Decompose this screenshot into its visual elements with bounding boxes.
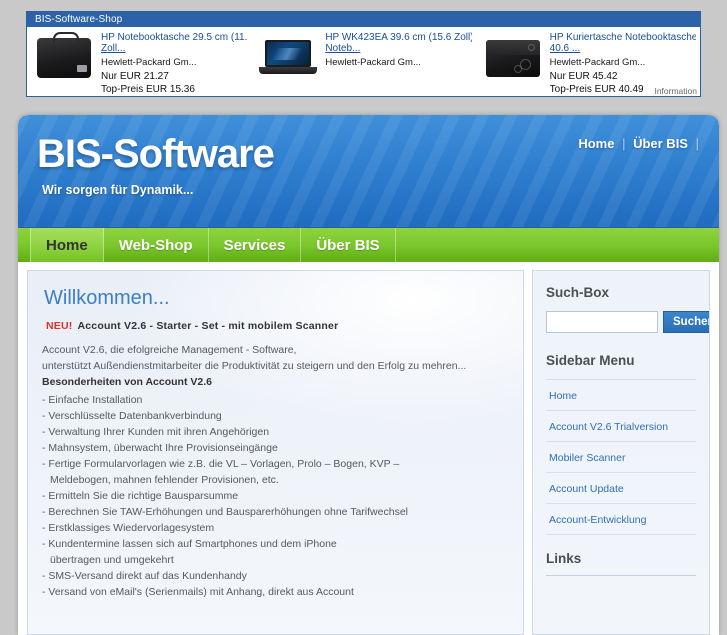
laptop-photo[interactable] xyxy=(257,32,319,84)
ad-item-price: Nur EUR 21.27 xyxy=(101,71,169,82)
feature-item: - Einfache Installation xyxy=(42,392,509,408)
feature-text: - Berechnen Sie TAW-Erhöhungen und Bausp… xyxy=(42,506,408,518)
promo-line: NEU! Account V2.6 - Starter - Set - mit m… xyxy=(46,320,509,332)
sidebar: Such-Box Suchen Sidebar Menu Home Accoun… xyxy=(532,270,710,635)
intro-paragraph-line-1: Account V2.6, die efolgreiche Management… xyxy=(42,344,297,356)
sidebar-menu-heading: Sidebar Menu xyxy=(546,353,635,368)
ad-item-vendor: Hewlett-Packard Gm... xyxy=(549,57,646,68)
top-nav-separator: | xyxy=(695,136,699,151)
ad-item-price: Nur EUR 45.42 xyxy=(549,71,618,82)
search-box-heading: Such-Box xyxy=(546,285,610,300)
sidebar-item-label[interactable]: Account-Entwicklung xyxy=(549,514,646,526)
sidebar-item-mobiler-scanner[interactable]: Mobiler Scanner xyxy=(546,441,696,472)
ad-item-title[interactable]: HP Notebooktasche 29.5 cm (11.6 xyxy=(101,32,247,43)
feature-text: - Verschlüsselte Datenbankverbindung xyxy=(42,410,222,422)
menu-item-web-shop[interactable]: Web-Shop xyxy=(104,228,209,262)
feature-text: - Einfache Installation xyxy=(42,394,143,406)
ad-item[interactable]: HP WK423EA 39.6 cm (15.6 Zoll) Noteb... … xyxy=(251,27,475,96)
ad-banner: BIS-Software-Shop HP Notebooktasche 29.5… xyxy=(26,11,701,97)
top-nav-item-ueber-bis[interactable]: Über BIS xyxy=(633,136,688,151)
messenger-bag-photo[interactable] xyxy=(482,32,544,84)
site-container: BIS-Software Wir sorgen für Dynamik... H… xyxy=(18,115,719,635)
feature-list: - Einfache Installation - Verschlüsselte… xyxy=(42,392,509,600)
feature-text-continued: Meldebogen, mahnen fehlender Provisionen… xyxy=(50,474,279,486)
intro-paragraph-line-2: unterstützt Außendienstmitarbeiter die P… xyxy=(42,360,467,372)
search-input[interactable] xyxy=(546,311,658,333)
feature-item: - Verwaltung Ihrer Kunden mit ihren Ange… xyxy=(42,424,509,440)
menu-item-ueber-bis[interactable]: Über BIS xyxy=(301,228,396,262)
promo-badge-neu: NEU! xyxy=(46,320,73,332)
site-header: BIS-Software Wir sorgen für Dynamik... H… xyxy=(18,115,719,227)
sidebar-item-home[interactable]: Home xyxy=(546,379,696,410)
notebook-bag-photo[interactable] xyxy=(33,32,95,84)
sidebar-item-trialversion[interactable]: Account V2.6 Trialversion xyxy=(546,410,696,441)
menu-item-home[interactable]: Home xyxy=(30,228,104,262)
feature-text: - SMS-Versand direkt auf das Kundenhandy xyxy=(42,570,247,582)
feature-text: - Fertige Formularvorlagen wie z.B. die … xyxy=(42,458,400,470)
main-content-panel: Willkommen... NEU! Account V2.6 - Starter… xyxy=(27,270,524,635)
feature-text-continued: übertragen und umgekehrt xyxy=(50,554,174,566)
sidebar-menu: Home Account V2.6 Trialversion Mobiler S… xyxy=(546,379,696,535)
content-row: Willkommen... NEU! Account V2.6 - Starter… xyxy=(18,262,719,635)
main-menu: Home Web-Shop Services Über BIS xyxy=(18,227,719,262)
top-nav-separator: | xyxy=(622,136,626,151)
search-row: Suchen xyxy=(546,311,709,333)
feature-text: - Versand von eMail's (Serienmails) mit … xyxy=(42,586,354,598)
site-tagline: Wir sorgen für Dynamik... xyxy=(42,183,194,197)
ad-item-title[interactable]: HP Kuriertasche Notebooktasche xyxy=(550,32,696,43)
ad-item-vendor: Hewlett-Packard Gm... xyxy=(325,57,421,68)
links-heading: Links xyxy=(546,551,582,566)
sidebar-item-label[interactable]: Account Update xyxy=(549,483,624,495)
feature-item: - SMS-Versand direkt auf das Kundenhandy xyxy=(42,568,509,584)
feature-text: - Kundentermine lassen sich auf Smartpho… xyxy=(42,538,337,550)
feature-text: - Ermitteln Sie die richtige Bausparsumm… xyxy=(42,490,239,502)
feature-item: - Kundentermine lassen sich auf Smartpho… xyxy=(42,536,509,568)
ad-item-title[interactable]: HP WK423EA 39.6 cm (15.6 Zoll) xyxy=(325,32,471,43)
site-logo[interactable]: BIS-Software xyxy=(37,132,275,177)
feature-item: - Verschlüsselte Datenbankverbindung xyxy=(42,408,509,424)
sidebar-item-account-entwicklung[interactable]: Account-Entwicklung xyxy=(546,503,696,535)
sidebar-item-label[interactable]: Account V2.6 Trialversion xyxy=(549,421,668,433)
ad-item-vendor: Hewlett-Packard Gm... xyxy=(101,57,197,68)
ad-item-top-price: Top-Preis EUR 15.36 xyxy=(101,84,195,95)
ad-item[interactable]: HP Kuriertasche Notebooktasche 40.6 ... … xyxy=(476,27,700,96)
search-button[interactable]: Suchen xyxy=(663,311,709,333)
menu-item-services[interactable]: Services xyxy=(209,228,302,262)
ad-item[interactable]: HP Notebooktasche 29.5 cm (11.6 Zoll... … xyxy=(27,27,251,96)
feature-item: - Erstklassiges Wiedervorlagesystem xyxy=(42,520,509,536)
ad-item-title-link[interactable]: Noteb... xyxy=(325,43,471,55)
feature-text: - Mahnsystem, überwacht Ihre Provisionse… xyxy=(42,442,278,454)
sidebar-item-label[interactable]: Home xyxy=(549,390,577,402)
sidebar-item-label[interactable]: Mobiler Scanner xyxy=(549,452,625,464)
features-heading: Besonderheiten von Account V2.6 xyxy=(42,376,212,388)
links-divider xyxy=(546,575,696,576)
promo-text: Account V2.6 - Starter - Set - mit mobil… xyxy=(77,320,339,332)
top-nav: Home | Über BIS | xyxy=(578,136,703,151)
top-nav-item-home[interactable]: Home xyxy=(578,136,614,151)
ad-item-list: HP Notebooktasche 29.5 cm (11.6 Zoll... … xyxy=(27,27,700,96)
feature-item: - Versand von eMail's (Serienmails) mit … xyxy=(42,584,509,600)
ad-banner-title: BIS-Software-Shop xyxy=(27,12,700,27)
feature-text: - Verwaltung Ihrer Kunden mit ihren Ange… xyxy=(42,426,270,438)
feature-item: - Fertige Formularvorlagen wie z.B. die … xyxy=(42,456,509,488)
feature-item: - Berechnen Sie TAW-Erhöhungen und Bausp… xyxy=(42,504,509,520)
ad-item-text: HP WK423EA 39.6 cm (15.6 Zoll) Noteb... … xyxy=(325,32,471,96)
ad-information-link[interactable]: Information xyxy=(654,86,697,96)
page-title: Willkommen... xyxy=(44,287,170,309)
sidebar-item-account-update[interactable]: Account Update xyxy=(546,472,696,503)
feature-item: - Mahnsystem, überwacht Ihre Provisionse… xyxy=(42,440,509,456)
feature-text: - Erstklassiges Wiedervorlagesystem xyxy=(42,522,215,534)
ad-item-title-link[interactable]: Zoll... xyxy=(101,43,247,55)
feature-item: - Ermitteln Sie die richtige Bausparsumm… xyxy=(42,488,509,504)
ad-item-title-link[interactable]: 40.6 ... xyxy=(550,43,696,55)
ad-item-text: HP Notebooktasche 29.5 cm (11.6 Zoll... … xyxy=(101,32,247,96)
